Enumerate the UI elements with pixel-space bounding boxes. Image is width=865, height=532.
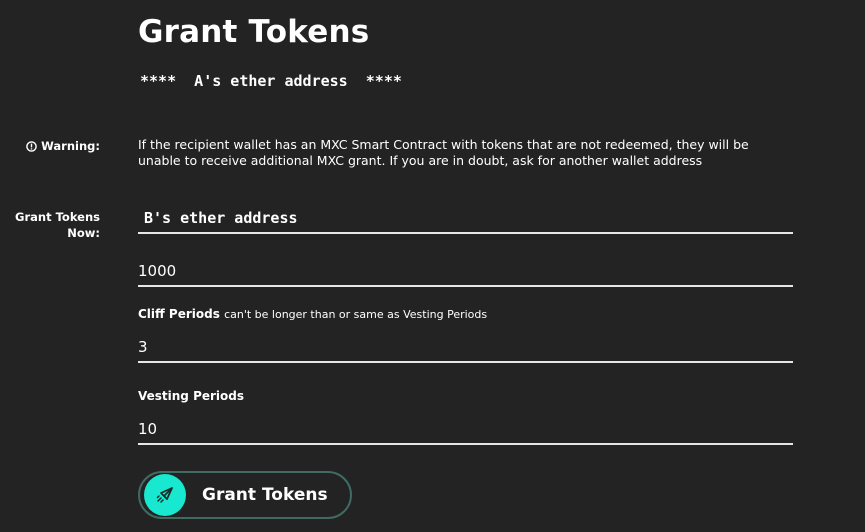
cliff-periods-field (138, 333, 793, 363)
vesting-periods-input[interactable] (138, 415, 793, 443)
rocket-icon (144, 474, 186, 516)
grant-tokens-button-label: Grant Tokens (202, 485, 328, 505)
amount-field (138, 257, 793, 287)
cliff-periods-note: can't be longer than or same as Vesting … (224, 308, 488, 321)
info-circle-icon (26, 140, 37, 152)
amount-input[interactable] (138, 257, 793, 285)
warning-label: Warning: (26, 138, 100, 154)
sender-address: **** A's ether address **** (140, 72, 402, 90)
recipient-address-input[interactable] (138, 204, 799, 232)
grant-tokens-page: Grant Tokens **** A's ether address ****… (0, 0, 865, 532)
warning-text: If the recipient wallet has an MXC Smart… (138, 137, 749, 168)
warning-label-text: Warning: (41, 139, 100, 153)
grant-tokens-button[interactable]: Grant Tokens (138, 471, 352, 519)
vesting-periods-label: Vesting Periods (138, 389, 245, 403)
page-title: Grant Tokens (138, 14, 370, 50)
cliff-periods-label-text: Cliff Periods (138, 307, 220, 321)
vesting-periods-field (138, 415, 793, 445)
cliff-periods-label: Cliff Periods can't be longer than or sa… (138, 307, 487, 321)
recipient-address-field (138, 204, 799, 234)
grant-tokens-now-label: Grant Tokens Now: (15, 210, 100, 240)
cliff-periods-input[interactable] (138, 333, 793, 361)
